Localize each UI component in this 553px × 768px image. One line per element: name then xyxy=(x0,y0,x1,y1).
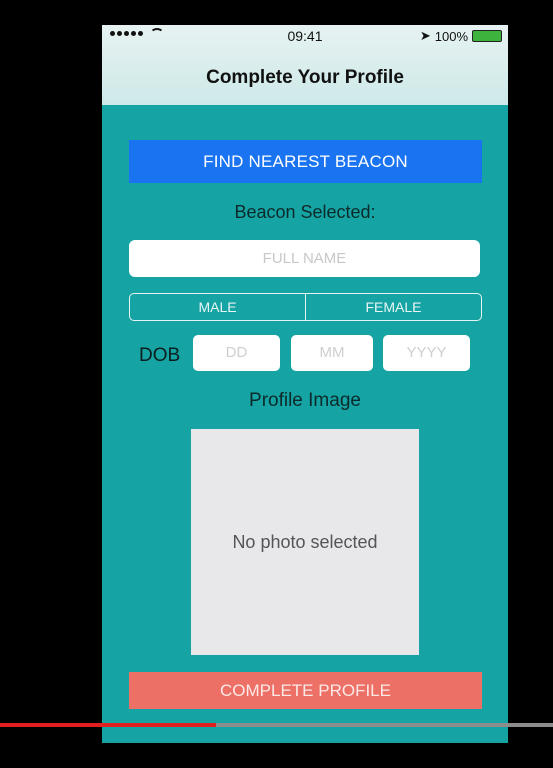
profile-image-label: Profile Image xyxy=(249,390,361,411)
location-arrow-icon: ➤ xyxy=(419,28,431,43)
video-progress-fill xyxy=(0,723,216,727)
battery-icon xyxy=(472,30,502,42)
beacon-selected-label: Beacon Selected: xyxy=(234,202,376,222)
navigation-bar: 09:41 ➤ 100% Complete Your Profile xyxy=(102,25,508,105)
profile-photo-placeholder[interactable]: No photo selected xyxy=(191,429,419,655)
gender-option-female[interactable]: FEMALE xyxy=(306,294,481,320)
dob-label: DOB xyxy=(139,345,181,366)
page-title: Complete Your Profile xyxy=(206,67,404,88)
video-progress-bar[interactable] xyxy=(0,723,553,727)
battery-status: ➤ 100% xyxy=(420,28,502,44)
battery-percent: 100% xyxy=(434,28,468,44)
gender-segmented-control: MALE FEMALE xyxy=(129,293,482,321)
dob-month-input[interactable]: MM xyxy=(291,335,373,371)
dob-year-input[interactable]: YYYY xyxy=(383,335,470,371)
find-nearest-beacon-button[interactable]: FIND NEAREST BEACON xyxy=(129,140,482,183)
phone-screen: 09:41 ➤ 100% Complete Your Profile FIND … xyxy=(102,25,508,743)
dob-day-input[interactable]: DD xyxy=(193,335,280,371)
gender-option-male[interactable]: MALE xyxy=(130,294,306,320)
no-photo-text: No photo selected xyxy=(232,531,378,552)
full-name-input[interactable]: FULL NAME xyxy=(129,240,480,277)
complete-profile-button[interactable]: COMPLETE PROFILE xyxy=(129,672,482,709)
status-bar: 09:41 ➤ 100% xyxy=(102,28,508,46)
